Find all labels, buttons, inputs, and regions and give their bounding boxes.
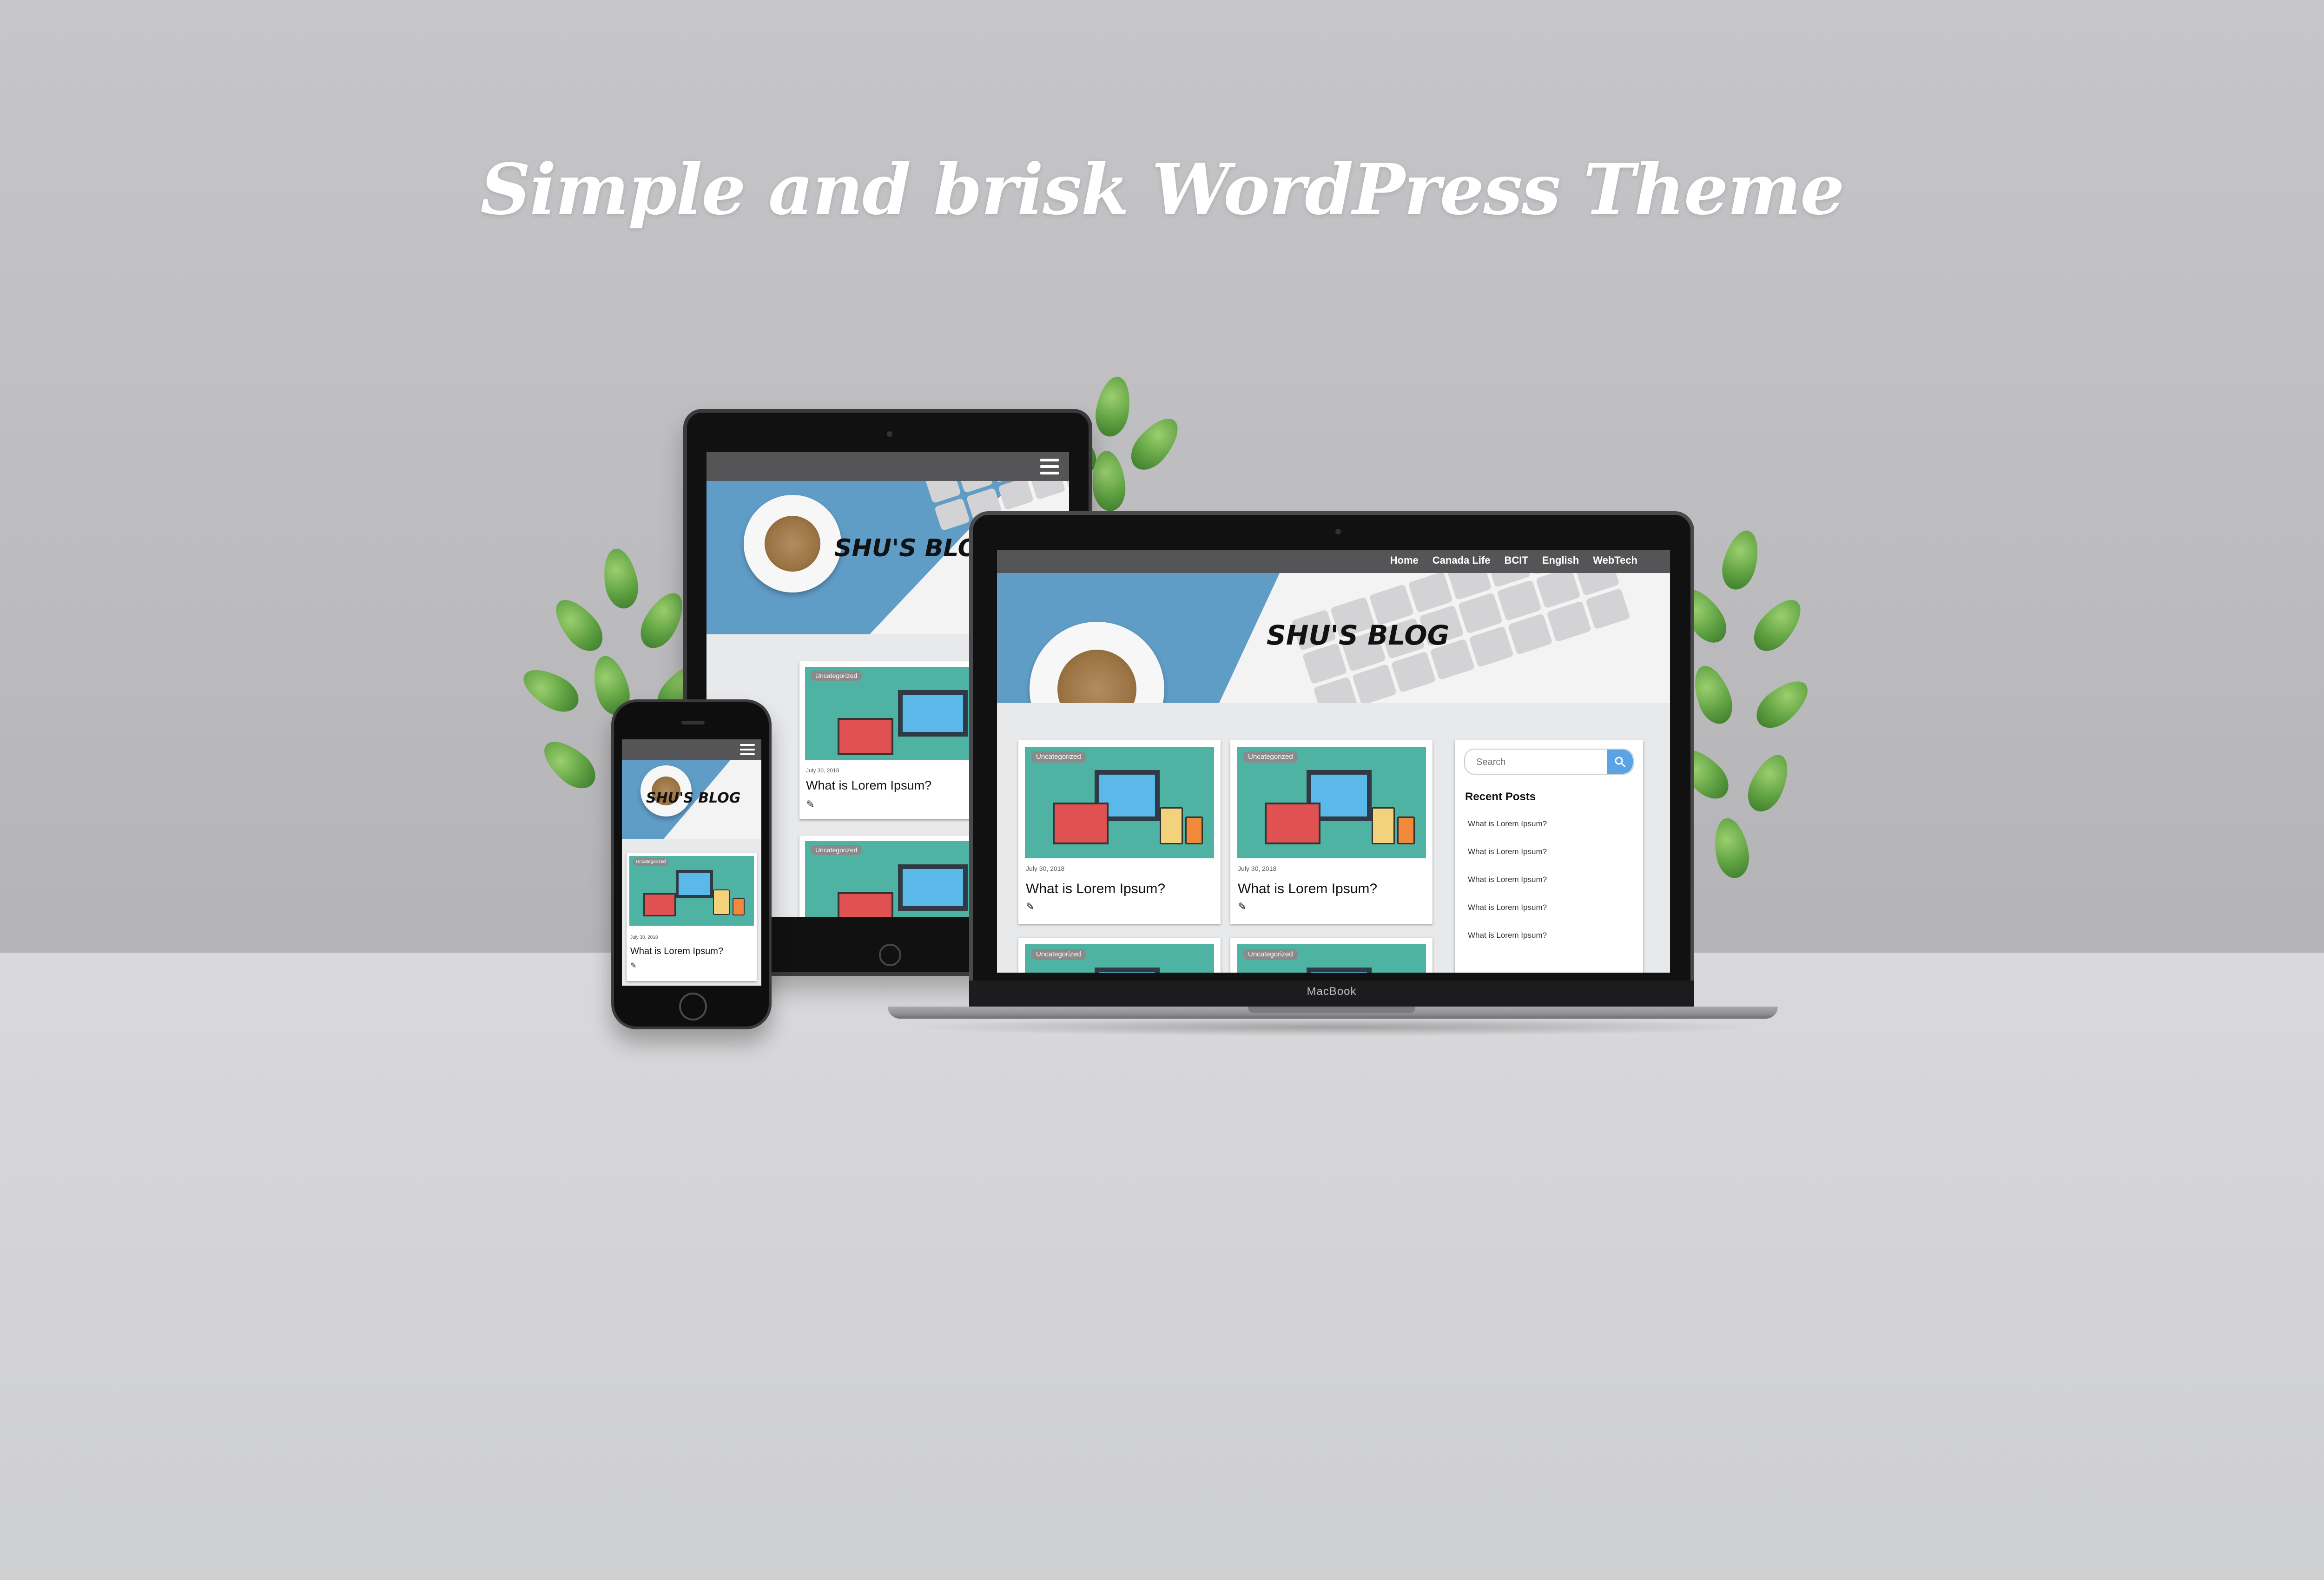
post-thumbnail: Uncategorized bbox=[629, 856, 754, 926]
laptop-camera bbox=[1335, 529, 1341, 534]
category-badge[interactable]: Uncategorized bbox=[1243, 751, 1298, 763]
category-badge[interactable]: Uncategorized bbox=[811, 671, 862, 681]
post-title[interactable]: What is Lorem Ipsum? bbox=[1026, 881, 1165, 897]
category-badge[interactable]: Uncategorized bbox=[633, 858, 669, 866]
post-thumbnail: Uncategorized bbox=[1237, 747, 1426, 858]
nav-item-canada-life[interactable]: Canada Life bbox=[1433, 554, 1491, 566]
nav-item-english[interactable]: English bbox=[1542, 554, 1579, 566]
laptop-notch bbox=[1248, 1007, 1415, 1013]
nav-item-home[interactable]: Home bbox=[1390, 554, 1419, 566]
post-title[interactable]: What is Lorem Ipsum? bbox=[630, 946, 723, 957]
pencil-icon[interactable]: ✎ bbox=[806, 798, 814, 810]
pencil-icon[interactable]: ✎ bbox=[1238, 901, 1246, 913]
site-logo[interactable]: SHU'S BLOG bbox=[646, 790, 740, 806]
laptop-banner: SHU'S BLOG bbox=[997, 573, 1670, 703]
recent-post-link[interactable]: What is Lorem Ipsum? bbox=[1468, 931, 1547, 959]
nav-item-bcit[interactable]: BCIT bbox=[1504, 554, 1528, 566]
post-date: July 30, 2018 bbox=[806, 767, 839, 774]
phone-topbar bbox=[622, 739, 761, 760]
site-logo[interactable]: SHU'S BLOG bbox=[1267, 619, 1449, 651]
coffee-cup-icon bbox=[744, 495, 841, 592]
category-badge[interactable]: Uncategorized bbox=[1243, 949, 1298, 960]
category-badge[interactable]: Uncategorized bbox=[1031, 751, 1086, 763]
category-badge[interactable]: Uncategorized bbox=[1031, 949, 1086, 960]
phone-speaker bbox=[681, 721, 705, 724]
search-box bbox=[1464, 749, 1634, 775]
pencil-icon[interactable]: ✎ bbox=[630, 961, 636, 970]
recent-post-link[interactable]: What is Lorem Ipsum? bbox=[1468, 847, 1547, 875]
headline: Simple and brisk WordPress Theme bbox=[480, 149, 1844, 230]
recent-post-link[interactable]: What is Lorem Ipsum? bbox=[1468, 819, 1547, 847]
phone-home-button[interactable] bbox=[679, 993, 707, 1020]
post-date: July 30, 2018 bbox=[1026, 865, 1065, 872]
search-icon bbox=[1615, 757, 1625, 767]
phone-screen: SHU'S BLOG Uncategorized July 30, 2018 W… bbox=[622, 739, 761, 986]
post-date: July 30, 2018 bbox=[1238, 865, 1277, 872]
post-card[interactable]: Uncategorized bbox=[1230, 938, 1433, 973]
laptop-topbar: Home Canada Life BCIT English WebTech bbox=[997, 550, 1670, 573]
laptop-shadow bbox=[906, 1018, 1762, 1036]
laptop-device: Home Canada Life BCIT English WebTech SH… bbox=[969, 511, 1694, 1008]
laptop-screen: Home Canada Life BCIT English WebTech SH… bbox=[997, 550, 1670, 973]
tablet-home-button[interactable] bbox=[879, 944, 901, 966]
recent-posts-list: What is Lorem Ipsum? What is Lorem Ipsum… bbox=[1468, 819, 1547, 959]
search-input[interactable] bbox=[1475, 750, 1598, 774]
post-thumbnail: Uncategorized bbox=[1025, 747, 1214, 858]
hamburger-menu-icon[interactable] bbox=[1040, 459, 1059, 474]
tablet-topbar bbox=[706, 452, 1069, 481]
main-nav: Home Canada Life BCIT English WebTech bbox=[1390, 554, 1637, 566]
post-title[interactable]: What is Lorem Ipsum? bbox=[1238, 881, 1377, 897]
category-badge[interactable]: Uncategorized bbox=[811, 845, 862, 855]
post-title[interactable]: What is Lorem Ipsum? bbox=[806, 778, 931, 793]
hamburger-menu-icon[interactable] bbox=[740, 744, 755, 755]
phone-device: SHU'S BLOG Uncategorized July 30, 2018 W… bbox=[611, 699, 772, 1029]
recent-posts-title: Recent Posts bbox=[1465, 790, 1536, 803]
post-thumbnail: Uncategorized bbox=[1237, 944, 1426, 973]
recent-post-link[interactable]: What is Lorem Ipsum? bbox=[1468, 903, 1547, 931]
post-card[interactable]: Uncategorized July 30, 2018 What is Lore… bbox=[1018, 740, 1221, 924]
search-button[interactable] bbox=[1607, 750, 1633, 774]
pencil-icon[interactable]: ✎ bbox=[1026, 901, 1034, 913]
laptop-brand: MacBook bbox=[1307, 985, 1357, 998]
post-card[interactable]: Uncategorized bbox=[1018, 938, 1221, 973]
sidebar: Recent Posts What is Lorem Ipsum? What i… bbox=[1455, 740, 1643, 973]
post-card[interactable]: Uncategorized July 30, 2018 What is Lore… bbox=[627, 853, 757, 981]
post-thumbnail: Uncategorized bbox=[1025, 944, 1214, 973]
nav-item-webtech[interactable]: WebTech bbox=[1593, 554, 1637, 566]
floor-background bbox=[0, 953, 2324, 1580]
phone-banner: SHU'S BLOG bbox=[622, 760, 761, 839]
post-date: July 30, 2018 bbox=[630, 935, 658, 940]
post-card[interactable]: Uncategorized July 30, 2018 What is Lore… bbox=[1230, 740, 1433, 924]
recent-post-link[interactable]: What is Lorem Ipsum? bbox=[1468, 875, 1547, 903]
tablet-camera bbox=[887, 431, 892, 437]
